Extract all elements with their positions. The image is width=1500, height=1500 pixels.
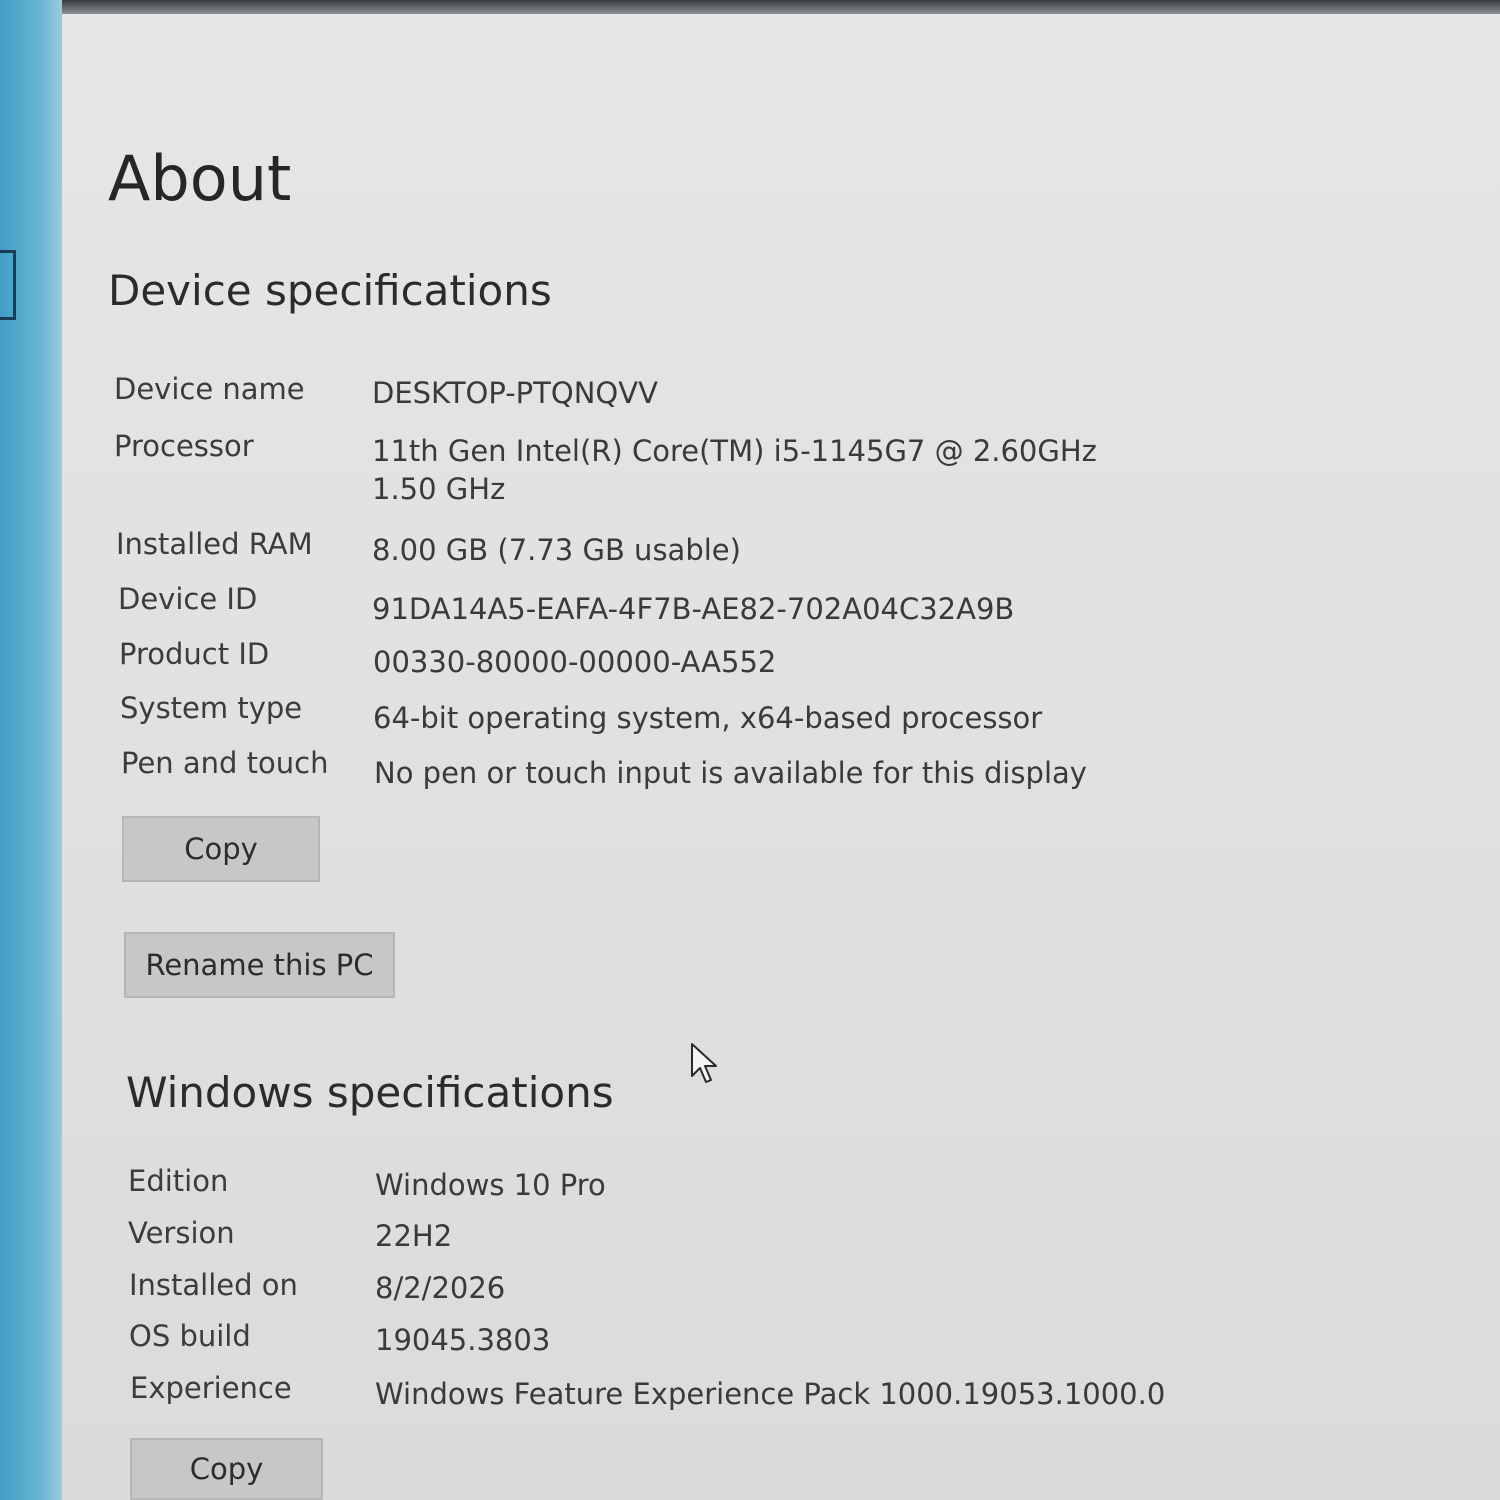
spec-label: Device name [114, 372, 305, 406]
spec-label: Experience [130, 1371, 292, 1405]
spec-value: Windows 10 Pro [375, 1168, 606, 1202]
spec-label: Device ID [118, 582, 258, 616]
rename-pc-button[interactable]: Rename this PC [124, 932, 395, 998]
windows-specifications-heading: Windows specifications [126, 1068, 614, 1117]
spec-value: 19045.3803 [375, 1323, 551, 1357]
page-title: About [108, 142, 292, 215]
spec-label: OS build [129, 1319, 251, 1353]
device-specifications-heading: Device specifications [108, 266, 552, 315]
spec-label: Pen and touch [121, 746, 329, 780]
spec-value: No pen or touch input is available for t… [374, 756, 1087, 790]
spec-label: Edition [128, 1164, 229, 1198]
spec-value: 8.00 GB (7.73 GB usable) [372, 533, 741, 567]
spec-value: 22H2 [375, 1219, 453, 1253]
spec-value: Windows Feature Experience Pack 1000.190… [375, 1377, 1166, 1411]
spec-value: 91DA14A5-EAFA-4F7B-AE82-702A04C32A9B [372, 592, 1015, 626]
mouse-pointer-icon [691, 1043, 717, 1083]
settings-nav-strip[interactable] [0, 0, 62, 1500]
spec-label: Processor [114, 429, 254, 463]
spec-label: Installed on [129, 1268, 298, 1302]
copy-device-specs-button[interactable]: Copy [122, 816, 320, 882]
spec-value: 64-bit operating system, x64-based proce… [373, 701, 1043, 735]
spec-label: Version [128, 1216, 235, 1250]
nav-focus-indicator [0, 250, 16, 320]
spec-label: Product ID [119, 637, 270, 671]
spec-value: DESKTOP-PTQNQVV [372, 376, 658, 410]
spec-label: Installed RAM [116, 527, 313, 561]
spec-value: 11th Gen Intel(R) Core(TM) i5-1145G7 @ 2… [372, 434, 1097, 506]
spec-value: 8/2/2026 [375, 1271, 506, 1305]
screen-top-bezel [0, 0, 1500, 14]
spec-label: System type [120, 691, 303, 725]
spec-value: 00330-80000-00000-AA552 [373, 645, 777, 679]
copy-windows-specs-button[interactable]: Copy [130, 1438, 323, 1500]
